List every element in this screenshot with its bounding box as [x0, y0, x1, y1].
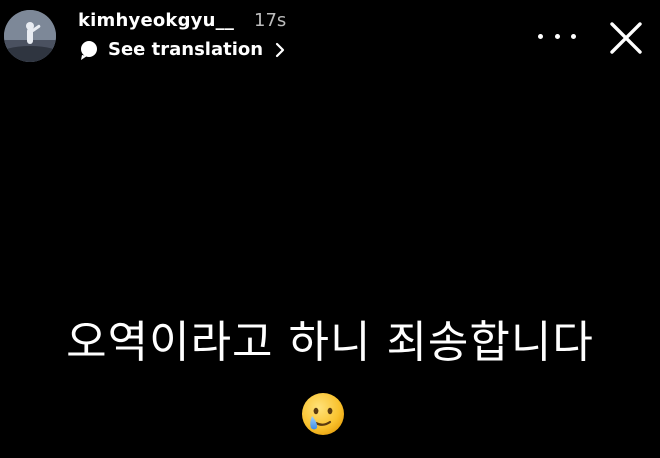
crying-smiley-emoji	[299, 390, 347, 438]
post-time: 17s	[254, 10, 287, 31]
close-button[interactable]	[606, 18, 646, 58]
username[interactable]: kimhyeokgyu__	[78, 10, 234, 32]
chevron-right-icon	[273, 41, 287, 59]
more-dot	[571, 33, 576, 39]
profile-avatar[interactable]	[4, 10, 56, 62]
more-dot	[554, 33, 560, 39]
close-icon	[610, 22, 642, 54]
speech-bubble-icon	[78, 39, 100, 61]
see-translation-label: See translation	[108, 39, 264, 60]
story-viewer: kimhyeokgyu__ 17s See translation 오역이라고 …	[0, 0, 660, 458]
story-text: 오역이라고 하니 죄송합니다	[66, 317, 594, 368]
more-options-button[interactable]	[538, 26, 576, 46]
more-dot	[538, 33, 543, 39]
avatar-image	[4, 10, 56, 62]
see-translation-button[interactable]: See translation	[78, 38, 287, 62]
